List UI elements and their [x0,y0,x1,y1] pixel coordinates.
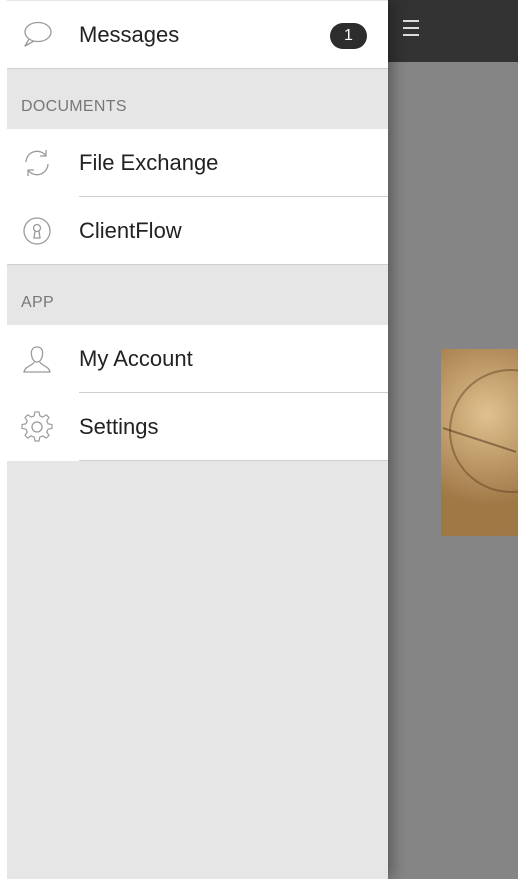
user-icon [21,343,53,375]
speech-bubble-icon [21,19,53,51]
drawer-item-my-account[interactable]: My Account [7,325,388,393]
gear-icon [21,411,53,443]
keyhole-icon [21,215,53,247]
section-app: APP [7,265,388,325]
sync-icon [21,147,53,179]
top-bar [387,0,518,62]
drawer-item-clientflow[interactable]: ClientFlow [7,197,388,265]
file-exchange-label: File Exchange [79,150,219,175]
page-bottom [0,879,518,884]
settings-label: Settings [79,414,159,439]
page-edge [0,0,7,884]
clientflow-label: ClientFlow [79,218,182,243]
map-image [441,349,518,536]
navigation-drawer: Messages 1 DOCUMENTS File Exchange Clien… [7,0,388,879]
drawer-item-file-exchange[interactable]: File Exchange [7,129,388,197]
my-account-label: My Account [79,346,193,371]
menu-button[interactable] [397,14,431,48]
drawer-item-messages[interactable]: Messages 1 [7,1,388,69]
drawer-item-settings[interactable]: Settings [7,393,388,461]
section-documents: DOCUMENTS [7,69,388,129]
main-content [387,0,518,879]
messages-label: Messages [79,22,180,47]
unread-badge: 1 [330,23,367,49]
app-frame: Messages 1 DOCUMENTS File Exchange Clien… [7,0,518,879]
